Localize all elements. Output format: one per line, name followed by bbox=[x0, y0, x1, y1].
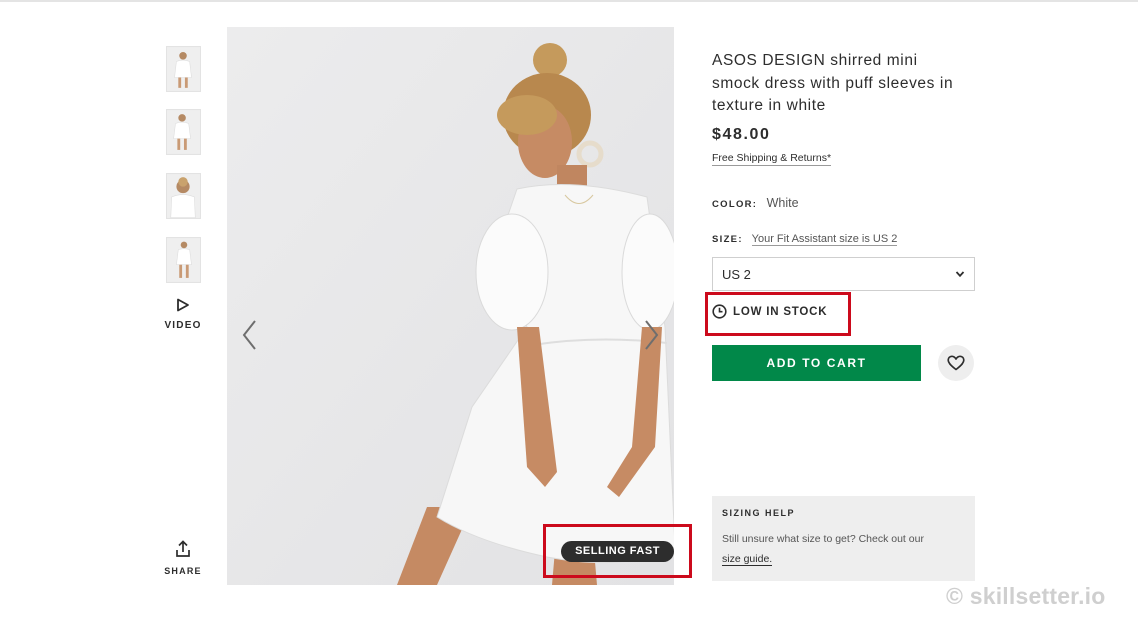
video-label: VIDEO bbox=[164, 320, 202, 331]
next-image-arrow[interactable] bbox=[639, 317, 663, 353]
fit-assistant-link[interactable]: Your Fit Assistant size is US 2 bbox=[751, 233, 898, 246]
thumbnail-3[interactable] bbox=[166, 173, 201, 219]
add-to-cart-button[interactable]: ADD TO CART bbox=[712, 345, 921, 381]
sizing-help-body: Still unsure what size to get? Check out… bbox=[722, 529, 965, 569]
free-shipping-link[interactable]: Free Shipping & Returns* bbox=[712, 152, 832, 166]
size-dropdown[interactable]: US 2 bbox=[712, 257, 975, 291]
watermark: © skillsetter.io bbox=[946, 583, 1106, 609]
color-label: COLOR: bbox=[712, 199, 758, 210]
top-divider bbox=[0, 0, 1138, 2]
main-product-image: SELLING FAST bbox=[227, 27, 674, 585]
size-label: SIZE: bbox=[712, 234, 743, 245]
size-guide-link[interactable]: size guide. bbox=[722, 553, 773, 566]
chevron-down-icon bbox=[955, 271, 965, 278]
color-value: White bbox=[766, 196, 799, 210]
share-button[interactable]: SHARE bbox=[163, 540, 203, 576]
sizing-help-heading: SIZING HELP bbox=[722, 508, 796, 518]
play-icon bbox=[177, 298, 189, 312]
share-icon bbox=[176, 540, 190, 557]
heart-icon bbox=[947, 355, 965, 371]
save-for-later-button[interactable] bbox=[938, 345, 974, 381]
share-label: SHARE bbox=[164, 566, 202, 576]
product-title: ASOS DESIGN shirred mini smock dress wit… bbox=[712, 52, 954, 114]
thumbnail-2[interactable] bbox=[166, 109, 201, 155]
selling-fast-highlight-box bbox=[543, 524, 692, 578]
sizing-help-panel: SIZING HELP Still unsure what size to ge… bbox=[712, 496, 975, 581]
previous-image-arrow[interactable] bbox=[238, 317, 262, 353]
product-price: $48.00 bbox=[712, 126, 771, 143]
sizing-help-text: Still unsure what size to get? Check out… bbox=[722, 533, 924, 545]
thumbnail-1[interactable] bbox=[166, 46, 201, 92]
color-row: COLOR: White bbox=[712, 196, 799, 210]
low-stock-highlight-box bbox=[705, 292, 851, 336]
thumbnail-4[interactable] bbox=[166, 237, 201, 283]
size-dropdown-value: US 2 bbox=[722, 267, 751, 282]
product-photo bbox=[227, 27, 674, 585]
size-row: SIZE: Your Fit Assistant size is US 2 bbox=[712, 233, 898, 246]
video-button[interactable]: VIDEO bbox=[163, 298, 203, 331]
